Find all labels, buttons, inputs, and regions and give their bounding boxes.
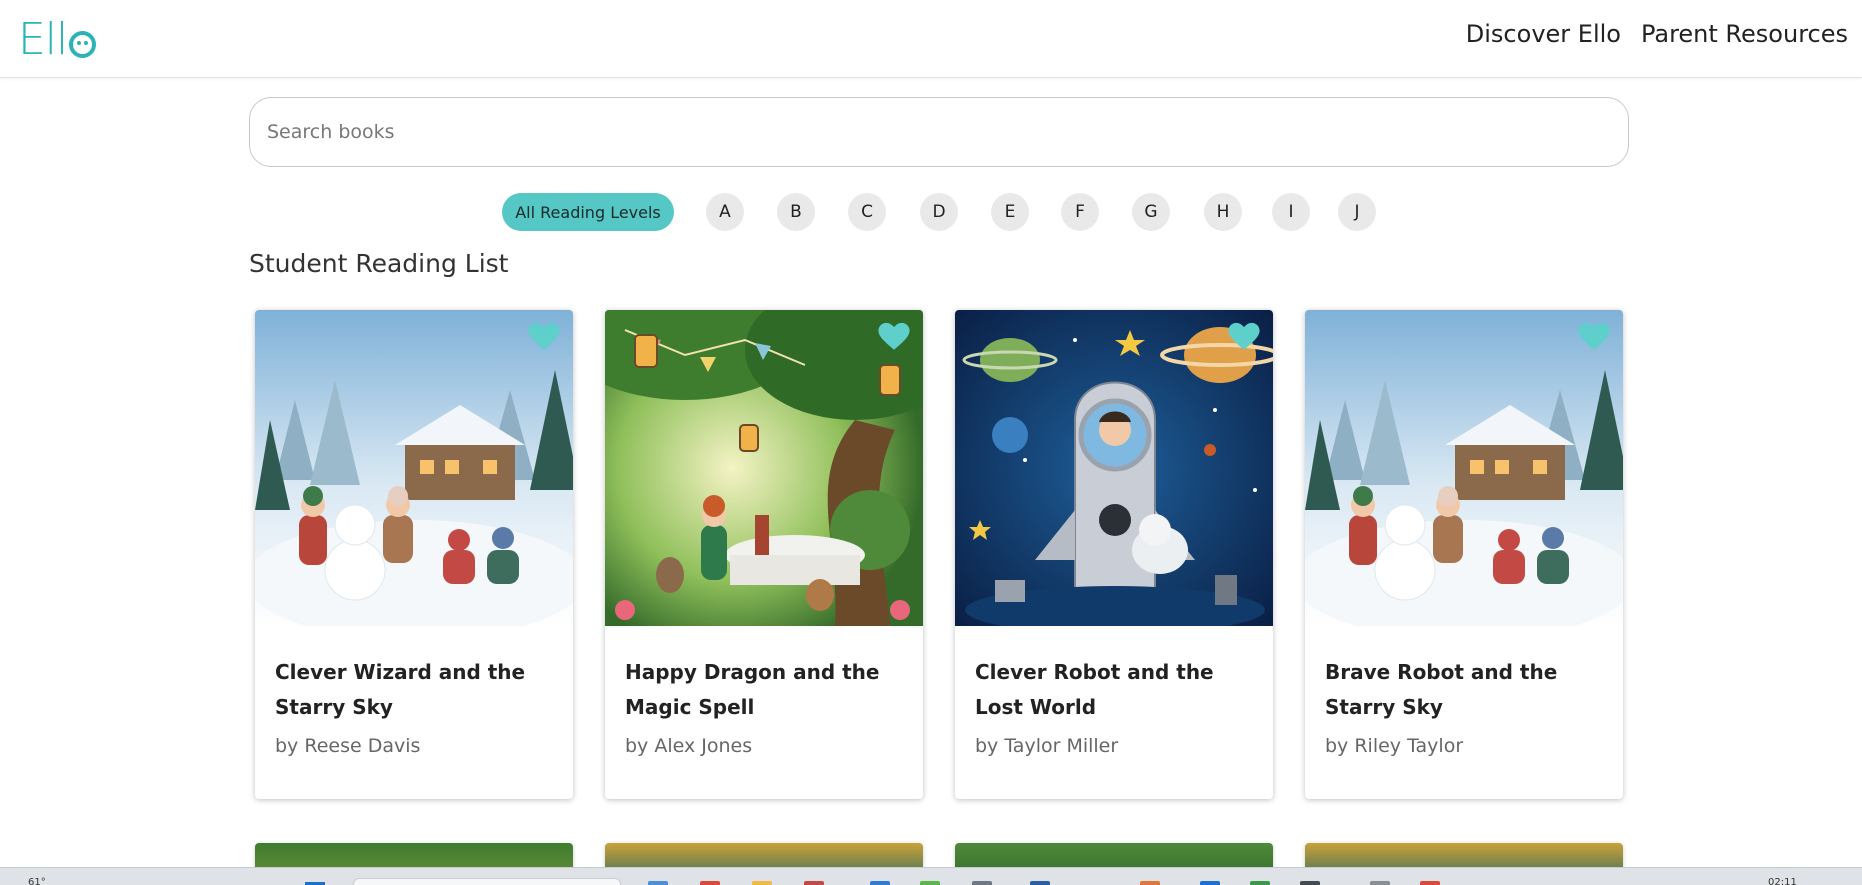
level-j-button[interactable]: J — [1338, 193, 1376, 231]
taskbar-app-icon[interactable] — [648, 881, 668, 885]
favorite-heart-icon[interactable] — [527, 320, 561, 354]
nav-parent-resources[interactable]: Parent Resources — [1641, 20, 1848, 48]
taskbar-app-icon[interactable] — [752, 881, 772, 885]
book-cover-image — [955, 310, 1273, 626]
book-author: by Reese Davis — [275, 735, 421, 757]
clock[interactable]: 02:11 — [1768, 877, 1797, 885]
reading-level-filter: All Reading Levels A B C D E F G H I J — [0, 193, 1862, 233]
level-h-button[interactable]: H — [1204, 193, 1242, 231]
level-i-button[interactable]: I — [1272, 193, 1310, 231]
level-all-button[interactable]: All Reading Levels — [502, 193, 674, 231]
taskbar-app-icon[interactable] — [1140, 881, 1160, 885]
book-card[interactable]: Brave Robot and the Starry Sky by Riley … — [1305, 310, 1623, 799]
level-a-button[interactable]: A — [706, 193, 744, 231]
book-author: by Alex Jones — [625, 735, 753, 757]
book-author: by Riley Taylor — [1325, 735, 1464, 757]
book-card[interactable]: Happy Dragon and the Magic Spell by Alex… — [605, 310, 923, 799]
logo-face-icon — [69, 30, 97, 58]
top-header: Ell Discover Ello Parent Resources — [0, 0, 1862, 78]
taskbar-app-icon[interactable] — [1250, 881, 1270, 885]
taskbar-search[interactable] — [353, 878, 621, 885]
search-input[interactable] — [249, 97, 1629, 167]
level-c-button[interactable]: C — [848, 193, 886, 231]
taskbar-app-icon[interactable] — [1370, 881, 1390, 885]
book-title: Brave Robot and the Starry Sky — [1325, 660, 1558, 719]
level-d-button[interactable]: D — [920, 193, 958, 231]
book-cover-image — [605, 310, 923, 626]
book-cover-image — [255, 310, 573, 626]
logo-text: Ell — [18, 13, 68, 65]
taskbar-app-icon[interactable] — [972, 881, 992, 885]
level-g-button[interactable]: G — [1132, 193, 1170, 231]
book-cover-image — [1305, 310, 1623, 626]
taskbar-app-icon[interactable] — [920, 881, 940, 885]
level-e-button[interactable]: E — [991, 193, 1029, 231]
taskbar-app-icon[interactable] — [804, 881, 824, 885]
section-title: Student Reading List — [249, 249, 509, 278]
level-f-button[interactable]: F — [1061, 193, 1099, 231]
taskbar-app-icon[interactable] — [700, 881, 720, 885]
book-author: by Taylor Miller — [975, 735, 1119, 757]
favorite-heart-icon[interactable] — [877, 320, 911, 354]
taskbar-app-icon[interactable] — [870, 881, 890, 885]
book-title: Clever Robot and the Lost World — [975, 660, 1214, 719]
book-card[interactable]: Clever Robot and the Lost World by Taylo… — [955, 310, 1273, 799]
book-title: Clever Wizard and the Starry Sky — [275, 660, 526, 719]
favorite-heart-icon[interactable] — [1227, 320, 1261, 354]
taskbar-app-icon[interactable] — [1030, 881, 1050, 885]
ello-logo[interactable]: Ell — [18, 12, 97, 66]
nav-discover-ello[interactable]: Discover Ello — [1466, 20, 1621, 48]
book-card[interactable]: Clever Wizard and the Starry Sky by Rees… — [255, 310, 573, 799]
header-nav: Discover Ello Parent Resources — [1466, 20, 1848, 48]
taskbar-app-icon[interactable] — [1200, 881, 1220, 885]
os-taskbar: 61° 02:11 — [0, 867, 1862, 885]
level-b-button[interactable]: B — [777, 193, 815, 231]
taskbar-app-icon[interactable] — [1300, 881, 1320, 885]
taskbar-app-icon[interactable] — [1420, 881, 1440, 885]
favorite-heart-icon[interactable] — [1577, 320, 1611, 354]
weather-temperature[interactable]: 61° — [28, 877, 46, 885]
book-title: Happy Dragon and the Magic Spell — [625, 660, 880, 719]
